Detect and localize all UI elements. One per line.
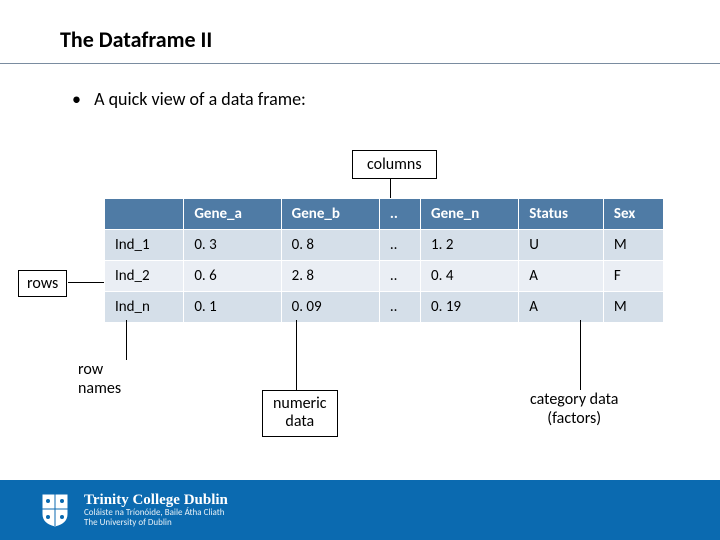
data-cell: .. — [379, 292, 420, 323]
data-cell: 0. 6 — [184, 261, 281, 292]
data-cell: A — [519, 292, 604, 323]
data-cell: M — [603, 292, 663, 323]
university-sub2: The University of Dublin — [84, 518, 228, 528]
footer-bar: Trinity College Dublin Coláiste na Tríon… — [0, 480, 720, 540]
data-cell: A — [519, 261, 604, 292]
header-cell: Sex — [603, 199, 663, 230]
rownames-line1: row — [78, 360, 121, 379]
slide-title: The Dataframe II — [0, 0, 720, 63]
bullet-item: • A quick view of a data frame: — [0, 64, 720, 110]
numeric-line1: numeric — [273, 395, 327, 413]
table-header-row: Gene_a Gene_b .. Gene_n Status Sex — [105, 199, 664, 230]
header-cell: Status — [519, 199, 604, 230]
numeric-data-label: numeric data — [262, 390, 338, 437]
category-line2: (factors) — [530, 409, 618, 428]
numeric-line2: data — [273, 413, 327, 431]
data-cell: 0. 1 — [184, 292, 281, 323]
data-cell: F — [603, 261, 663, 292]
category-connector — [580, 320, 581, 390]
columns-connector — [390, 178, 391, 198]
data-cell: 0. 4 — [421, 261, 519, 292]
row-name-cell: Ind_2 — [105, 261, 184, 292]
table-row: Ind_n 0. 1 0. 09 .. 0. 19 A M — [105, 292, 664, 323]
data-cell: 0. 3 — [184, 230, 281, 261]
rows-label-box: rows — [18, 270, 67, 297]
data-cell: 1. 2 — [421, 230, 519, 261]
header-cell — [105, 199, 184, 230]
header-cell: Gene_b — [281, 199, 379, 230]
numeric-connector — [296, 320, 297, 390]
data-cell: 0. 8 — [281, 230, 379, 261]
category-line1: category data — [530, 390, 618, 409]
dataframe-table: Gene_a Gene_b .. Gene_n Status Sex Ind_1… — [104, 198, 664, 323]
header-cell: Gene_a — [184, 199, 281, 230]
university-shield-icon — [40, 492, 70, 528]
data-cell: .. — [379, 261, 420, 292]
row-name-cell: Ind_1 — [105, 230, 184, 261]
columns-label-box: columns — [352, 150, 437, 179]
data-cell: 0. 19 — [421, 292, 519, 323]
data-cell: M — [603, 230, 663, 261]
rownames-connector — [126, 320, 127, 360]
row-name-cell: Ind_n — [105, 292, 184, 323]
data-cell: U — [519, 230, 604, 261]
header-cell: Gene_n — [421, 199, 519, 230]
rownames-line2: names — [78, 379, 121, 398]
bullet-dot: • — [72, 88, 90, 110]
rownames-label: row names — [78, 360, 121, 398]
rows-connector — [68, 282, 104, 283]
bullet-text: A quick view of a data frame: — [94, 88, 306, 110]
table-row: Ind_1 0. 3 0. 8 .. 1. 2 U M — [105, 230, 664, 261]
university-name: Trinity College Dublin — [84, 492, 228, 509]
header-cell: .. — [379, 199, 420, 230]
table-row: Ind_2 0. 6 2. 8 .. 0. 4 A F — [105, 261, 664, 292]
data-cell: 0. 09 — [281, 292, 379, 323]
data-cell: .. — [379, 230, 420, 261]
category-data-label: category data (factors) — [530, 390, 618, 428]
university-text: Trinity College Dublin Coláiste na Tríon… — [84, 492, 228, 528]
data-cell: 2. 8 — [281, 261, 379, 292]
